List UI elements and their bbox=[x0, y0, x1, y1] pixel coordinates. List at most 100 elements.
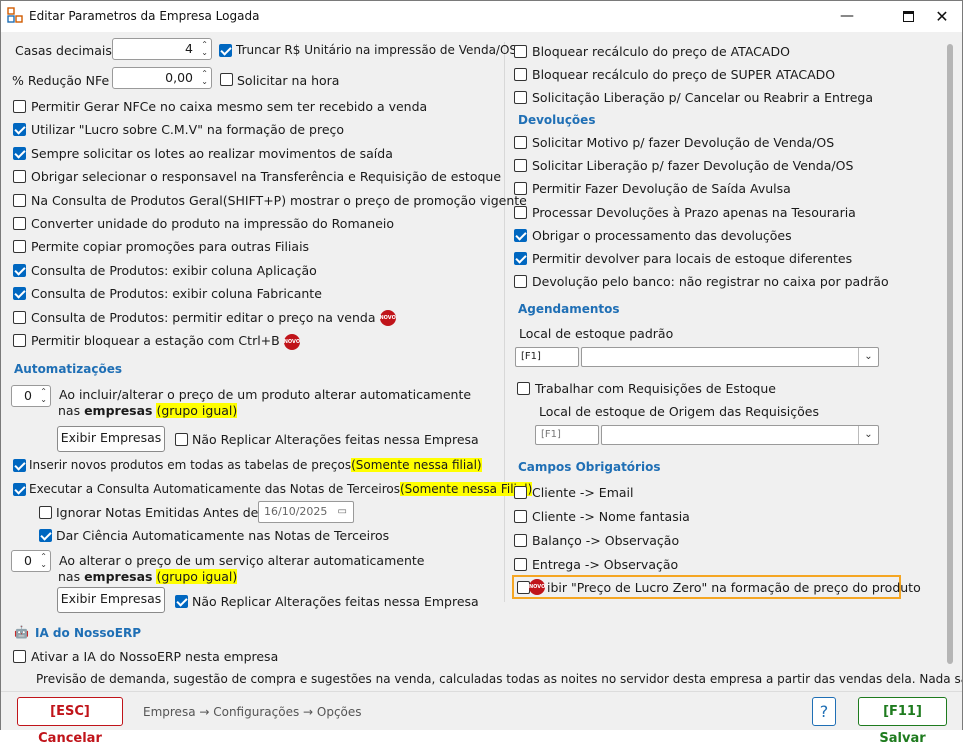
left-options-label-7: Consulta de Produtos: exibir coluna Apli… bbox=[31, 263, 317, 278]
nao-replicar-checkbox[interactable] bbox=[175, 433, 188, 446]
solicitar-label: Solicitar na hora bbox=[237, 73, 340, 88]
solicitar-checkbox[interactable] bbox=[220, 73, 233, 86]
devolucoes-list-checkbox-3[interactable] bbox=[514, 205, 527, 219]
devolucoes-list-text-6: Devolução pelo banco: não registrar no c… bbox=[532, 274, 889, 290]
chevron-down-icon[interactable]: ⌄ bbox=[858, 348, 878, 366]
left-options-checkbox-1[interactable] bbox=[13, 123, 26, 137]
left-options-checkbox-2[interactable] bbox=[13, 146, 26, 160]
close-icon[interactable]: ✕ bbox=[919, 1, 963, 32]
dar-ciencia-label: Dar Ciência Automaticamente nas Notas de… bbox=[56, 528, 390, 543]
inserir-text: Inserir novos produtos em todas as tabel… bbox=[29, 458, 352, 472]
left-options-checkbox-5[interactable] bbox=[13, 217, 26, 230]
auto-produto-empresas: nas empresas (grupo igual) bbox=[58, 403, 238, 418]
local-estoque-code[interactable]: [F1] bbox=[515, 347, 579, 367]
help-button[interactable]: ? bbox=[812, 697, 836, 726]
right-top-text-1: Bloquear recálculo do preço de SUPER ATA… bbox=[532, 67, 836, 82]
left-options-checkbox-0[interactable] bbox=[13, 100, 26, 113]
campos-list-checkbox-1[interactable] bbox=[514, 510, 527, 523]
reducao-spinner[interactable]: 0,00 ⌃ ⌄ bbox=[112, 67, 212, 89]
ignorar-notas-label: Ignorar Notas Emitidas Antes de: bbox=[56, 505, 263, 520]
campos-list-label-1: Cliente -> Nome fantasia bbox=[532, 509, 690, 524]
campos-title: Campos Obrigatórios bbox=[518, 460, 661, 474]
vertical-scrollbar[interactable] bbox=[947, 44, 953, 664]
campos-list-checkbox-3[interactable] bbox=[514, 558, 527, 571]
origem-code[interactable]: [F1] bbox=[535, 425, 599, 445]
calendar-icon[interactable]: ▭ bbox=[338, 502, 347, 522]
app-icon bbox=[7, 7, 23, 23]
devolucoes-list-label-4: Obrigar o processamento das devoluções bbox=[532, 228, 792, 243]
grupo-igual-text: (grupo igual) bbox=[156, 569, 238, 584]
right-top-checkbox-0[interactable] bbox=[514, 45, 527, 58]
right-top-checkbox-1[interactable] bbox=[514, 68, 527, 81]
left-options-checkbox-9[interactable] bbox=[13, 310, 26, 324]
origem-combo[interactable]: ⌄ bbox=[601, 425, 879, 445]
exibir-empresas-button-2[interactable]: Exibir Empresas bbox=[57, 587, 165, 613]
left-options-text-7: Consulta de Produtos: exibir coluna Apli… bbox=[31, 262, 317, 278]
exibir-empresas-button[interactable]: Exibir Empresas bbox=[57, 426, 165, 452]
left-options-checkbox-8[interactable] bbox=[13, 287, 26, 301]
auto-produto-spinner[interactable]: 0 ⌃ ⌄ bbox=[11, 385, 51, 407]
local-estoque-combo[interactable]: ⌄ bbox=[581, 347, 879, 367]
campos-list-checkbox-2[interactable] bbox=[514, 534, 527, 547]
ignorar-date-field[interactable]: 16/10/2025 ▭ bbox=[258, 501, 354, 523]
left-options-text-6: Permite copiar promoções para outras Fil… bbox=[31, 239, 310, 255]
chevron-down-icon[interactable]: ⌄ bbox=[858, 426, 878, 444]
left-options-text-4: Na Consulta de Produtos Geral(SHIFT+P) m… bbox=[31, 192, 527, 208]
devolucoes-list-checkbox-0[interactable] bbox=[514, 136, 527, 149]
lucro-zero-row[interactable]: NOVO ibir "Preço de Lucro Zero" na forma… bbox=[512, 575, 921, 599]
window-title: Editar Parametros da Empresa Logada bbox=[29, 9, 260, 23]
left-options-checkbox-10[interactable] bbox=[13, 334, 26, 347]
trabalhar-requisicoes-label: Trabalhar com Requisições de Estoque bbox=[535, 381, 776, 396]
minimize-icon[interactable]: — bbox=[824, 1, 870, 32]
nas-text: nas bbox=[58, 569, 85, 584]
right-top-label-0: Bloquear recálculo do preço de ATACADO bbox=[532, 44, 790, 59]
truncar-checkbox[interactable] bbox=[219, 44, 232, 57]
novo-badge: NOVO bbox=[529, 579, 545, 595]
left-options-label-0: Permitir Gerar NFCe no caixa mesmo sem t… bbox=[31, 99, 427, 114]
robot-icon: 🤖 bbox=[14, 625, 29, 639]
campos-list-text-2: Balanço -> Observação bbox=[532, 533, 680, 548]
footer-bar: [ESC] Cancelar Empresa → Configurações →… bbox=[1, 691, 962, 746]
lucro-zero-label: ibir "Preço de Lucro Zero" na formação d… bbox=[547, 580, 921, 595]
devolucoes-list-text-3: Processar Devoluções à Prazo apenas na T… bbox=[532, 204, 856, 220]
grupo-igual-text: (grupo igual) bbox=[156, 403, 238, 418]
devolucoes-list-checkbox-4[interactable] bbox=[514, 228, 527, 242]
left-options-text-10: Permitir bloquear a estação com Ctrl+B bbox=[31, 333, 280, 348]
spin-arrows-icon[interactable]: ⌃ ⌄ bbox=[201, 41, 208, 57]
left-options-checkbox-7[interactable] bbox=[13, 263, 26, 277]
ignorar-notas-checkbox[interactable] bbox=[39, 506, 52, 519]
campos-list-text-0: Cliente -> Email bbox=[532, 485, 634, 500]
left-options-checkbox-6[interactable] bbox=[13, 240, 26, 254]
left-options-label-2: Sempre solicitar os lotes ao realizar mo… bbox=[31, 146, 393, 161]
auto-servico-empresas: nas empresas (grupo igual) bbox=[58, 569, 238, 584]
dar-ciencia-checkbox[interactable] bbox=[39, 529, 52, 542]
empresas-text: empresas bbox=[84, 569, 153, 584]
spin-arrows-icon[interactable]: ⌃ ⌄ bbox=[40, 553, 47, 569]
truncar-label: Truncar R$ Unitário na impressão de Vend… bbox=[236, 43, 518, 57]
left-options-text-3: Obrigar selecionar o responsavel na Tran… bbox=[31, 169, 502, 185]
executar-consulta-checkbox[interactable] bbox=[13, 483, 26, 496]
right-top-checkbox-2[interactable] bbox=[514, 91, 527, 104]
auto-servico-label: Ao alterar o preço de um serviço alterar… bbox=[59, 553, 425, 568]
inserir-produtos-checkbox[interactable] bbox=[13, 459, 26, 472]
auto-servico-spinner[interactable]: 0 ⌃ ⌄ bbox=[11, 550, 51, 572]
ia-title: IA do NossoERP bbox=[35, 626, 141, 640]
spin-arrows-icon[interactable]: ⌃ ⌄ bbox=[201, 70, 208, 86]
devolucoes-list-checkbox-1[interactable] bbox=[514, 159, 527, 173]
nao-replicar-checkbox-2[interactable] bbox=[175, 595, 188, 608]
main-window: Editar Parametros da Empresa Logada — ✕ … bbox=[0, 0, 963, 746]
save-button[interactable]: [F11] Salvar bbox=[858, 697, 947, 746]
devolucoes-list-checkbox-5[interactable] bbox=[514, 252, 527, 265]
ativar-ia-checkbox[interactable] bbox=[13, 650, 26, 663]
left-options-checkbox-3[interactable] bbox=[13, 170, 26, 184]
casas-spinner[interactable]: 4 ⌃ ⌄ bbox=[112, 38, 212, 60]
devolucoes-list-label-0: Solicitar Motivo p/ fazer Devolução de V… bbox=[532, 135, 834, 150]
devolucoes-list-checkbox-6[interactable] bbox=[514, 275, 527, 289]
trabalhar-requisicoes-checkbox[interactable] bbox=[517, 382, 530, 395]
left-options-checkbox-4[interactable] bbox=[13, 193, 26, 207]
left-options-label-4: Na Consulta de Produtos Geral(SHIFT+P) m… bbox=[31, 193, 527, 208]
campos-list-checkbox-0[interactable] bbox=[514, 486, 527, 499]
devolucoes-list-checkbox-2[interactable] bbox=[514, 182, 527, 196]
cancel-button[interactable]: [ESC] Cancelar bbox=[17, 697, 123, 746]
spin-arrows-icon[interactable]: ⌃ ⌄ bbox=[40, 388, 47, 404]
